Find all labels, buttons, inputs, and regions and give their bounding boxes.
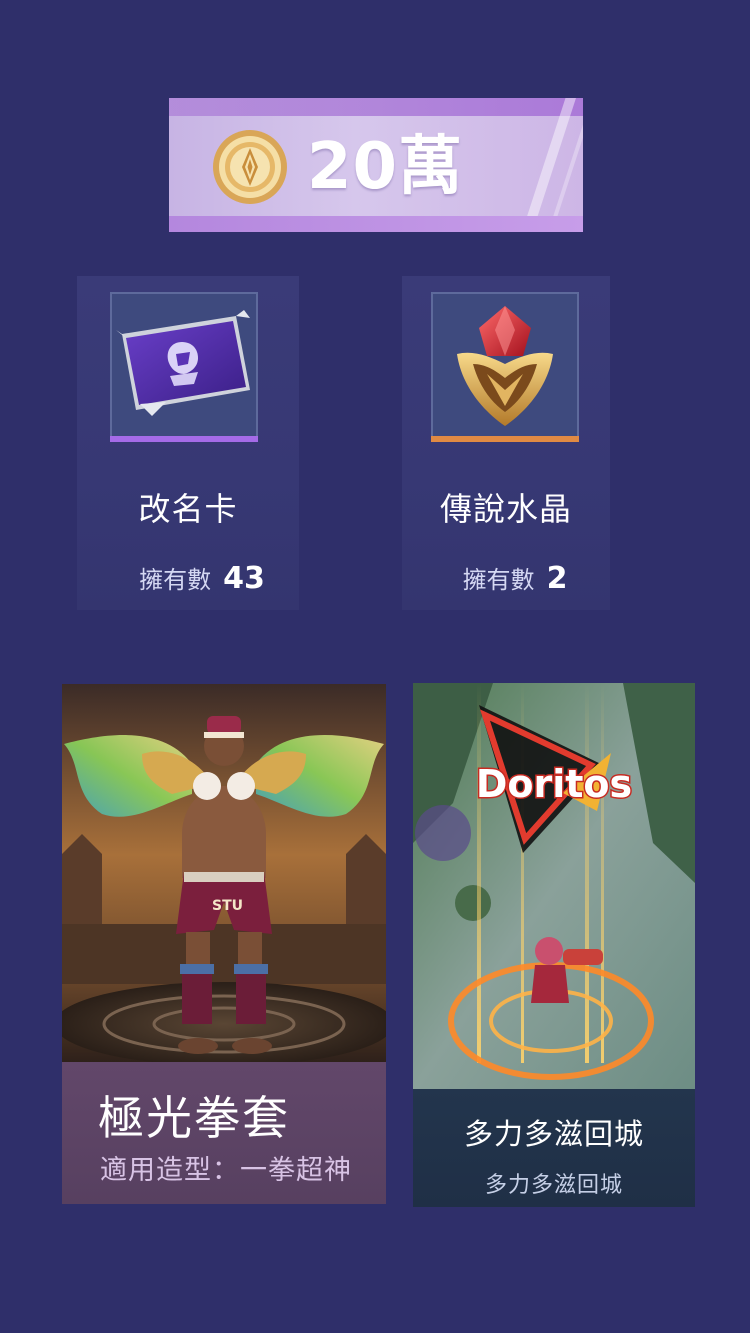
- banner-top-strip: [169, 98, 583, 116]
- item-icon-frame: [431, 292, 579, 442]
- item-card-crystal[interactable]: 傳說水晶 擁有數 2: [402, 276, 610, 610]
- fighter-skin-art: STU: [62, 684, 386, 1064]
- owned-label: 擁有數: [462, 566, 535, 594]
- reward-card-gauntlet[interactable]: STU 極光拳套 適用造型：一拳超神: [62, 684, 386, 1204]
- reward-card-doritos-recall[interactable]: Doritos 多力多滋回城 多力多滋回城: [413, 683, 695, 1207]
- item-name: 改名卡: [138, 490, 238, 528]
- legend-crystal-icon: [457, 306, 553, 426]
- doritos-recall-art: Doritos: [413, 683, 695, 1089]
- rename-card-icon: [116, 310, 250, 416]
- reward-caption: 極光拳套 適用造型：一拳超神: [62, 1062, 386, 1204]
- currency-banner: 20萬: [169, 98, 583, 232]
- owned-label: 擁有數: [139, 566, 212, 594]
- owned-row: 擁有數 43: [77, 560, 299, 596]
- coin-icon: [213, 130, 287, 204]
- reward-caption: 多力多滋回城 多力多滋回城: [413, 1089, 695, 1207]
- item-icon-frame: [110, 292, 258, 442]
- item-name: 傳說水晶: [439, 490, 572, 528]
- reward-subtitle: 多力多滋回城: [484, 1173, 623, 1198]
- reward-title: 多力多滋回城: [463, 1117, 644, 1151]
- reward-subtitle: 適用造型：一拳超神: [100, 1155, 352, 1186]
- rarity-bar: [110, 436, 258, 442]
- item-card-rename[interactable]: 改名卡 擁有數 43: [77, 276, 299, 610]
- owned-count: 43: [223, 561, 265, 596]
- owned-count: 2: [546, 561, 568, 596]
- currency-amount: 20萬: [307, 130, 464, 204]
- doritos-logo-text: Doritos: [476, 762, 632, 806]
- banner-bottom-strip: [169, 216, 583, 232]
- owned-row: 擁有數 2: [402, 560, 610, 596]
- shorts-logo: STU: [212, 898, 243, 914]
- reward-title: 極光拳套: [98, 1091, 290, 1145]
- rarity-bar: [431, 436, 579, 442]
